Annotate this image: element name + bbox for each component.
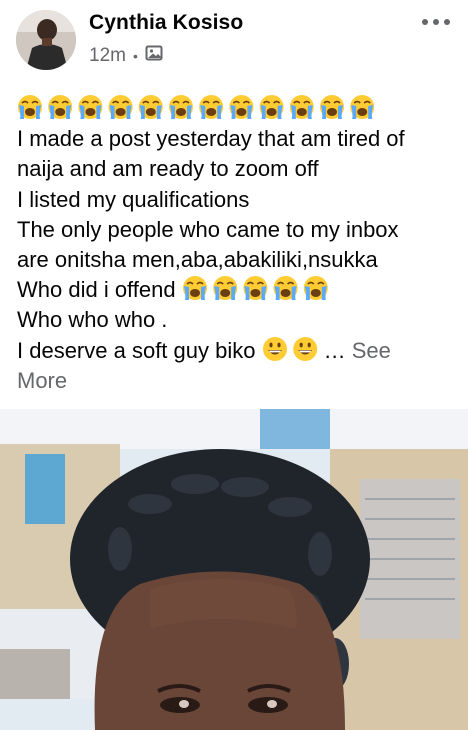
- grinning-face-icon: [292, 336, 317, 361]
- loudly-crying-face-icon: [78, 95, 103, 119]
- post-line-offend: Who did i offend: [17, 275, 457, 305]
- loudly-crying-face-icon: [182, 276, 328, 301]
- avatar[interactable]: [16, 10, 76, 70]
- loudly-crying-face-icon: [199, 95, 224, 119]
- photo-audience-icon: [145, 44, 163, 68]
- grinning-face-icon: [262, 336, 287, 361]
- post-time[interactable]: 12m: [89, 45, 126, 67]
- see-more-link-cont[interactable]: More: [17, 366, 457, 396]
- loudly-crying-face-icon: [18, 95, 375, 119]
- post-line-text: I deserve a soft guy biko: [17, 337, 256, 363]
- loudly-crying-face-icon: [303, 276, 328, 301]
- see-more-link[interactable]: See: [352, 338, 391, 363]
- post-line: I listed my qualifications: [17, 186, 250, 212]
- more-horizontal-icon: [422, 19, 428, 25]
- post-line-biko: I deserve a soft guy biko … See: [17, 336, 457, 366]
- post-line: are onitsha men,aba,abakiliki,nsukka: [17, 247, 378, 273]
- post-header: Cynthia Kosiso 12m •: [0, 0, 468, 84]
- loudly-crying-face-icon: [108, 95, 133, 119]
- post-text: I made a post yesterday that am tired of…: [17, 94, 457, 396]
- loudly-crying-face-icon: [229, 95, 254, 119]
- loudly-crying-face-icon: [138, 95, 163, 119]
- loudly-crying-face-icon: [350, 95, 375, 119]
- avatar-image: [16, 10, 76, 70]
- post-line: I made a post yesterday that am tired of: [17, 126, 405, 152]
- loudly-crying-face-icon: [48, 95, 73, 119]
- author-name[interactable]: Cynthia Kosiso: [89, 11, 243, 35]
- meta-separator: •: [132, 48, 138, 64]
- loudly-crying-face-icon: [182, 276, 207, 301]
- post-line: Who who who .: [17, 307, 168, 333]
- loudly-crying-face-icon: [320, 95, 344, 119]
- loudly-crying-face-icon: [289, 95, 314, 119]
- loudly-crying-face-icon: [18, 95, 42, 119]
- post-meta: 12m •: [89, 44, 163, 68]
- loudly-crying-face-icon: [243, 276, 268, 301]
- loudly-crying-face-icon: [273, 276, 298, 301]
- post-line: The only people who came to my inbox: [17, 216, 399, 242]
- emoji-line: [17, 94, 457, 124]
- loudly-crying-face-icon: [259, 95, 284, 119]
- loudly-crying-face-icon: [212, 276, 237, 301]
- ellipsis: …: [323, 337, 346, 363]
- more-options-button[interactable]: [422, 14, 450, 30]
- loudly-crying-face-icon: [169, 95, 193, 119]
- grinning-face-icon: [262, 336, 317, 361]
- post-photo-image: [0, 409, 468, 730]
- post-line-text: Who did i offend: [17, 277, 176, 303]
- post-photo[interactable]: [0, 409, 468, 730]
- post-line: naija and am ready to zoom off: [17, 156, 319, 182]
